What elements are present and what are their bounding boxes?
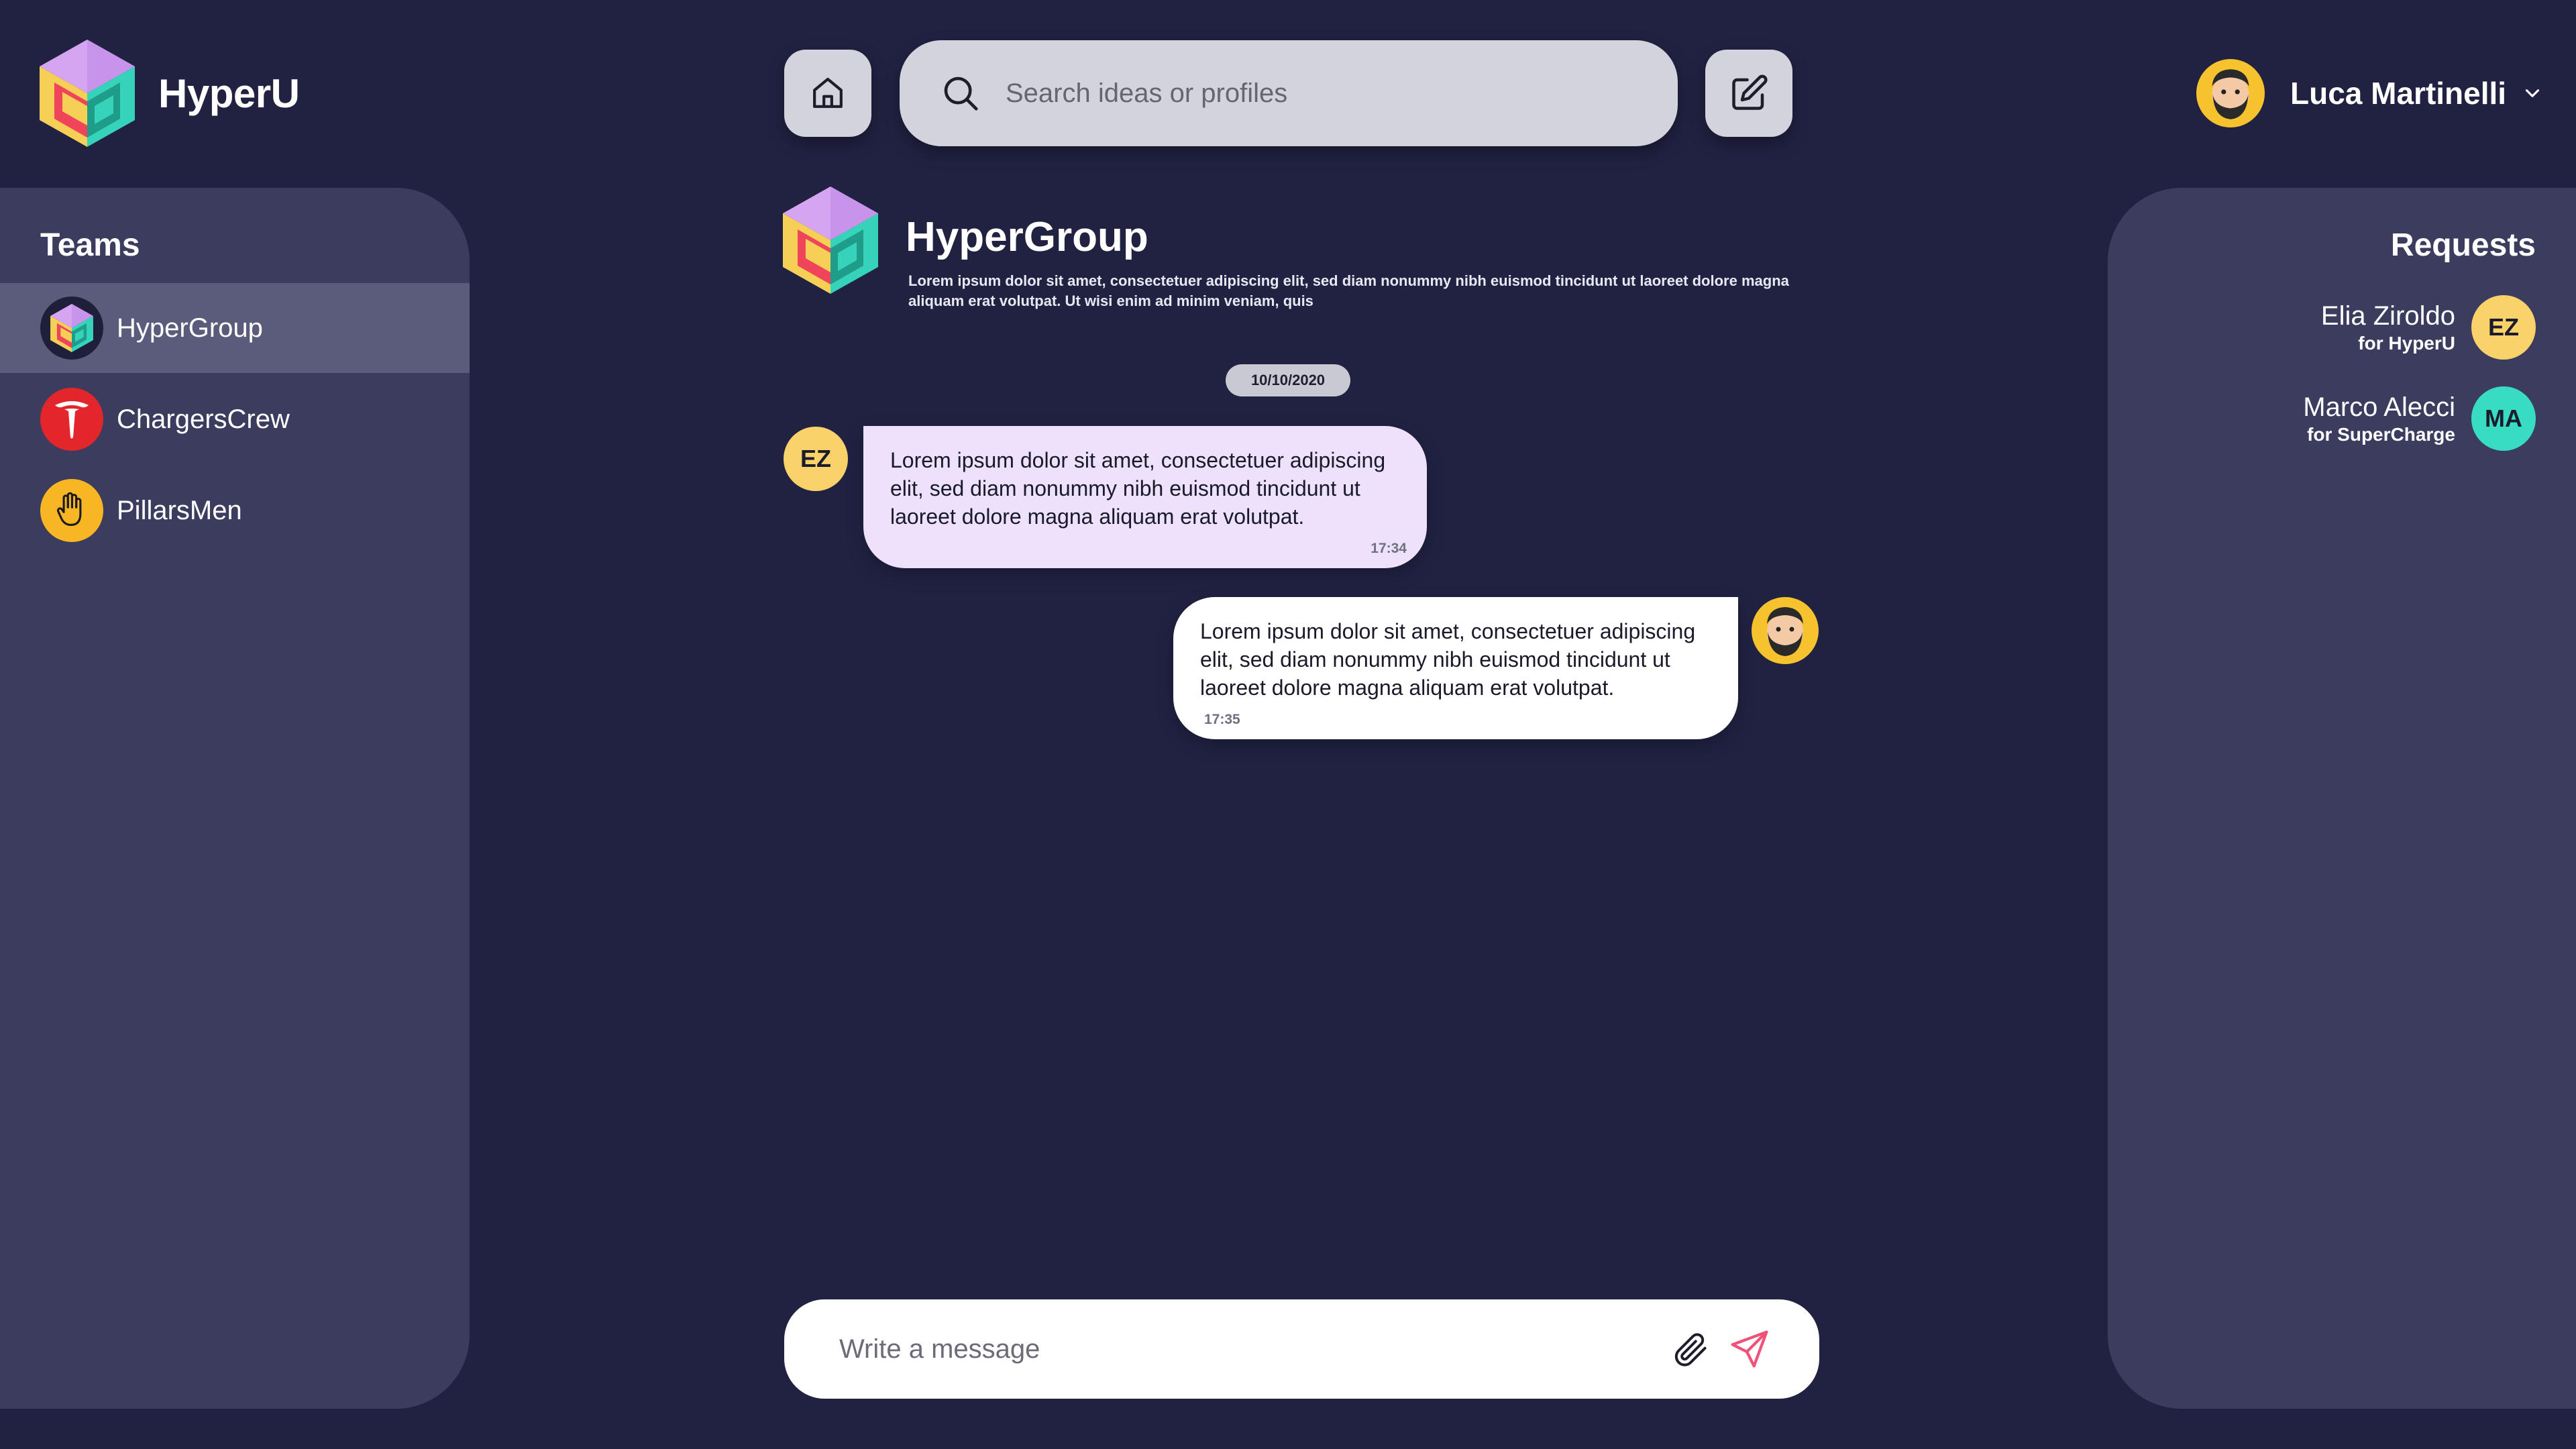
team-item-pillarsmen[interactable]: PillarsMen — [0, 466, 470, 555]
team-item-chargerscrew[interactable]: ChargersCrew — [0, 374, 470, 464]
pillarsmen-avatar — [40, 479, 103, 542]
request-avatar: MA — [2471, 386, 2536, 451]
team-label: PillarsMen — [117, 495, 242, 525]
group-description: Lorem ipsum dolor sit amet, consectetuer… — [908, 272, 1789, 309]
tesla-logo-icon — [55, 401, 89, 439]
message-time: 17:34 — [1371, 541, 1407, 556]
request-text: Elia Ziroldo for HyperU — [2321, 301, 2455, 354]
request-team: for SuperCharge — [2307, 423, 2455, 445]
home-icon — [813, 77, 843, 108]
requests-panel: Requests Elia Ziroldo for HyperU EZ Marc… — [2108, 188, 2576, 1409]
request-item-elia-ziroldo[interactable]: Elia Ziroldo for HyperU EZ — [2321, 295, 2536, 360]
my-avatar[interactable] — [1752, 597, 1819, 664]
request-item-marco-alecci[interactable]: Marco Alecci for SuperCharge MA — [2303, 386, 2536, 451]
message-outgoing: Lorem ipsum dolor sit amet, consectetuer… — [1173, 597, 1738, 739]
group-logo — [783, 186, 878, 294]
hand-icon — [56, 492, 82, 527]
send-icon — [1731, 1330, 1768, 1368]
message-input[interactable] — [838, 1333, 1632, 1365]
requests-title: Requests — [2390, 227, 2536, 263]
edit-icon — [1732, 74, 1768, 110]
search-input[interactable] — [1004, 77, 1611, 109]
message-incoming: Lorem ipsum dolor sit amet, consectetuer… — [863, 426, 1427, 568]
message-time: 17:35 — [1204, 712, 1240, 727]
message-text: Lorem ipsum dolor sit amet, consectetuer… — [890, 448, 1386, 529]
chargerscrew-avatar — [40, 388, 103, 451]
request-text: Marco Alecci for SuperCharge — [2303, 392, 2455, 445]
message-composer — [784, 1299, 1819, 1399]
request-name: Elia Ziroldo — [2320, 301, 2455, 331]
paperclip-icon — [1674, 1333, 1707, 1366]
search-icon — [944, 76, 978, 111]
user-name: Luca Martinelli — [2290, 76, 2507, 111]
attach-button[interactable] — [1670, 1329, 1710, 1369]
home-button[interactable] — [784, 50, 871, 137]
cube-logo-icon — [50, 304, 93, 352]
hyperu-logo — [40, 40, 135, 147]
team-label: ChargersCrew — [117, 404, 290, 434]
hypergroup-avatar — [40, 297, 103, 360]
user-avatar — [2196, 59, 2265, 127]
chevron-down-icon — [2526, 89, 2540, 97]
compose-button[interactable] — [1705, 50, 1792, 137]
group-title: HyperGroup — [906, 214, 1148, 260]
request-avatar: EZ — [2471, 295, 2536, 360]
user-menu[interactable]: Luca Martinelli — [2196, 59, 2544, 127]
team-item-hypergroup[interactable]: HyperGroup — [0, 283, 470, 373]
app-name: HyperU — [158, 70, 300, 116]
request-team: for HyperU — [2358, 332, 2455, 354]
app-brand[interactable]: HyperU — [40, 40, 300, 147]
teams-panel: Teams HyperGroup ChargersCrew PillarsMen — [0, 188, 470, 1409]
send-button[interactable] — [1728, 1328, 1771, 1371]
message-text: Lorem ipsum dolor sit amet, consectetuer… — [1200, 619, 1696, 700]
date-separator: 10/10/2020 — [1226, 364, 1350, 396]
request-name: Marco Alecci — [2303, 392, 2455, 422]
teams-title: Teams — [40, 227, 140, 263]
team-label: HyperGroup — [117, 313, 263, 343]
message-author-avatar[interactable]: EZ — [784, 427, 848, 491]
search-bar[interactable] — [900, 40, 1678, 146]
